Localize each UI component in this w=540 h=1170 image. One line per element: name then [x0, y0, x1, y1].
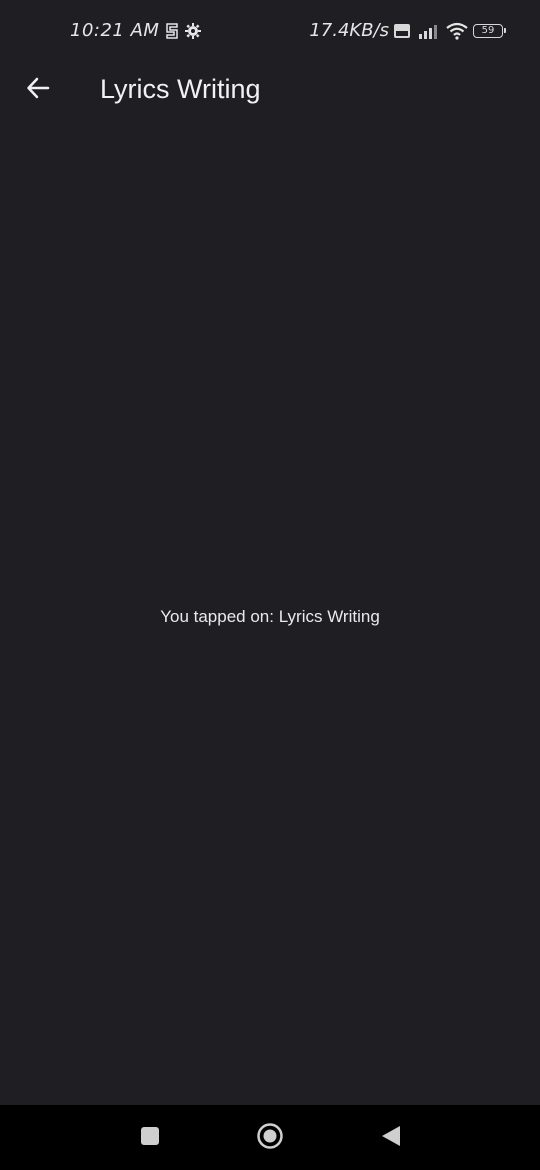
battery-icon: 59 [473, 23, 506, 38]
battery-level: 59 [473, 23, 503, 38]
home-button[interactable] [255, 1123, 285, 1153]
app-bar: Lyrics Writing [0, 62, 540, 118]
back-icon [378, 1123, 402, 1153]
battery-tip [504, 28, 506, 33]
tapped-message: You tapped on: Lyrics Writing [160, 607, 380, 626]
signal-icon [415, 21, 441, 41]
home-icon [255, 1121, 285, 1155]
status-right: 17.4KB/s 59 [309, 20, 506, 41]
status-time: 10:21 AM [70, 20, 160, 41]
status-left: 10:21 AM [70, 20, 202, 41]
nav-bar [0, 1105, 540, 1170]
arrow-left-icon [25, 75, 51, 105]
settings-icon [185, 22, 202, 39]
recents-icon [139, 1125, 161, 1151]
data-speed: 17.4KB/s [309, 20, 389, 41]
volte-icon [393, 23, 411, 39]
back-button[interactable] [18, 70, 58, 110]
status-bar: 10:21 AM 17.4KB/s 59 [0, 0, 540, 62]
wifi-icon [445, 21, 469, 41]
page-title: Lyrics Writing [100, 74, 261, 104]
screen: 10:21 AM 17.4KB/s 59 Lyrics Writing You … [0, 0, 540, 1170]
recents-button[interactable] [135, 1123, 165, 1153]
nav-back-button[interactable] [375, 1123, 405, 1153]
sim-icon [165, 22, 179, 39]
